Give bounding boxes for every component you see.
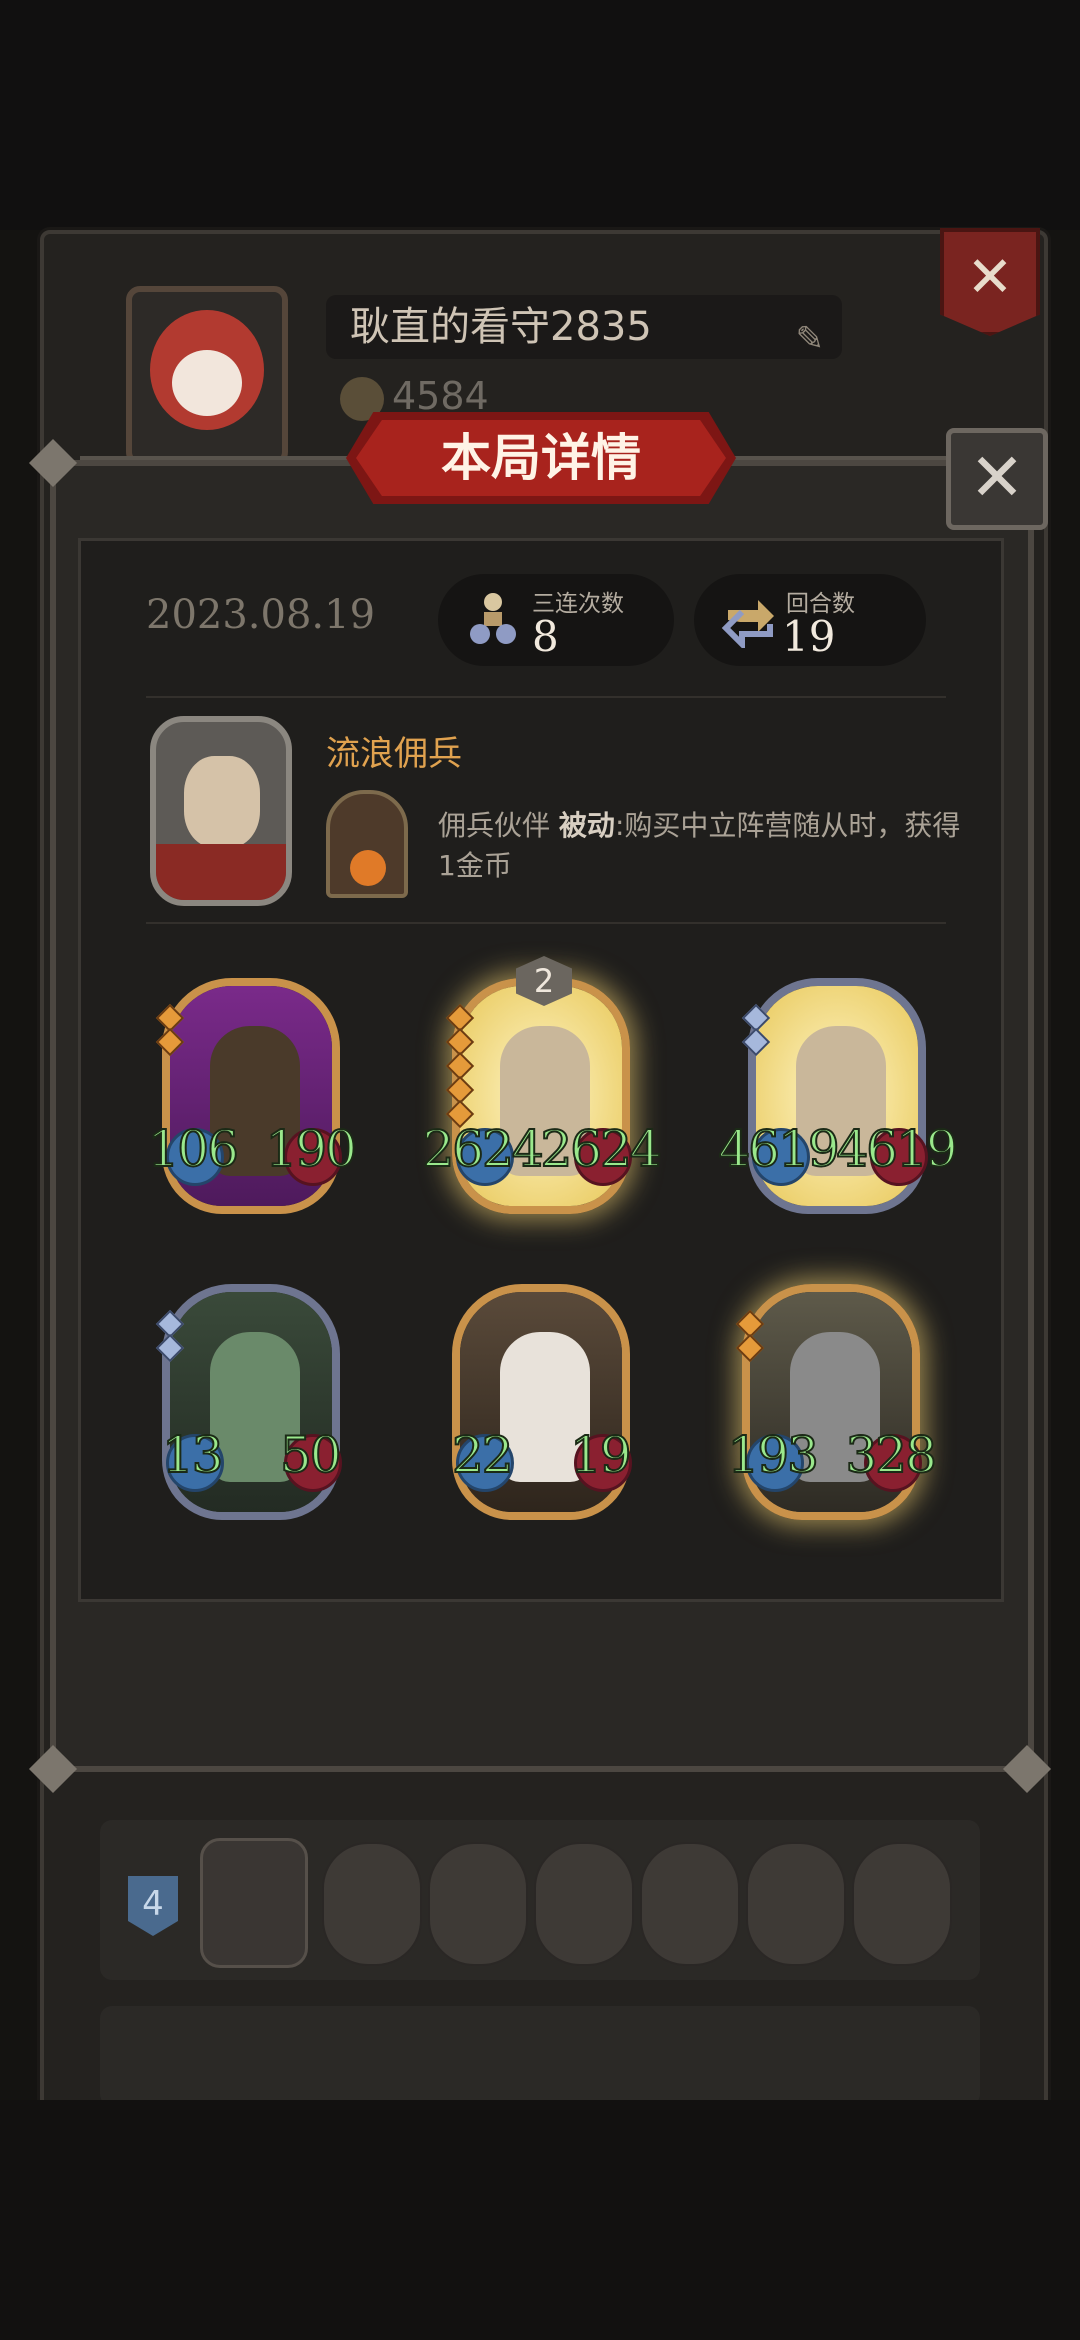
star-rating	[735, 1309, 765, 1363]
skill-type: 被动	[558, 809, 615, 842]
skill-icon[interactable]	[326, 790, 408, 898]
history-row[interactable]	[100, 2006, 980, 2106]
player-name-field[interactable]: 耿直的看守2835 ✎	[326, 295, 842, 359]
title-divider	[80, 456, 350, 460]
rank-badge: 4	[128, 1876, 178, 1936]
unit-health: 19	[569, 1425, 633, 1485]
fire-icon	[350, 850, 386, 886]
history-hero-portrait	[200, 1838, 308, 1968]
avatar[interactable]	[126, 286, 288, 466]
background-bottom	[0, 2100, 1080, 2340]
divider	[146, 922, 946, 924]
unit-attack: 4619	[717, 1119, 840, 1179]
hero-name: 流浪佣兵	[326, 734, 462, 774]
history-row[interactable]: 4	[100, 1820, 980, 1980]
player-name: 耿直的看守2835	[350, 304, 652, 350]
avatar-face-icon	[150, 310, 264, 430]
unit-health: 50	[279, 1425, 343, 1485]
unit-health: 2624	[539, 1119, 662, 1179]
unit-attack: 13	[161, 1425, 225, 1485]
background-top	[0, 0, 1080, 230]
star-icon	[155, 1027, 185, 1057]
gold-amount: 4584	[392, 374, 489, 418]
unit-attack: 2624	[421, 1119, 544, 1179]
history-unit-icon	[534, 1842, 634, 1966]
match-history-list: 4	[100, 1820, 980, 2106]
unit-health: 190	[264, 1119, 357, 1179]
unit-health: 4619	[835, 1119, 958, 1179]
triple-count-value: 8	[532, 612, 559, 661]
triple-count-stat: 三连次数 8	[438, 574, 674, 666]
profile-close-button[interactable]: ✕	[940, 228, 1040, 336]
history-unit-icon	[746, 1842, 846, 1966]
rounds-icon	[721, 600, 774, 648]
unit-attack: 22	[451, 1425, 515, 1485]
triple-icon	[470, 593, 516, 644]
skill-description: 佣兵伙伴 被动:购买中立阵营随从时，获得1金币	[438, 806, 978, 886]
star-rating	[155, 1003, 185, 1057]
star-rating	[741, 1003, 771, 1057]
title-divider	[730, 456, 950, 460]
star-rating	[155, 1309, 185, 1363]
unit-attack: 106	[146, 1119, 239, 1179]
unit-health: 328	[844, 1425, 937, 1485]
match-date: 2023.08.19	[146, 592, 376, 638]
star-icon	[741, 1027, 771, 1057]
rounds-value: 19	[782, 612, 836, 661]
unit-attack: 193	[726, 1425, 819, 1485]
hero-face-icon	[184, 756, 260, 848]
dialog-title: 本局详情	[356, 420, 726, 496]
hero-portrait[interactable]	[150, 716, 292, 906]
hero-cloak	[156, 844, 286, 900]
star-icon	[735, 1333, 765, 1363]
rounds-stat: 回合数 19	[694, 574, 926, 666]
divider	[146, 696, 946, 698]
close-button[interactable]: ✕	[946, 428, 1048, 530]
history-unit-icon	[640, 1842, 740, 1966]
star-rating	[445, 1003, 475, 1129]
history-unit-icon	[322, 1842, 422, 1966]
skill-name: 佣兵伙伴	[438, 809, 551, 842]
edit-icon[interactable]: ✎	[796, 307, 825, 371]
history-unit-icon	[852, 1842, 952, 1966]
star-icon	[155, 1333, 185, 1363]
history-unit-icon	[428, 1842, 528, 1966]
